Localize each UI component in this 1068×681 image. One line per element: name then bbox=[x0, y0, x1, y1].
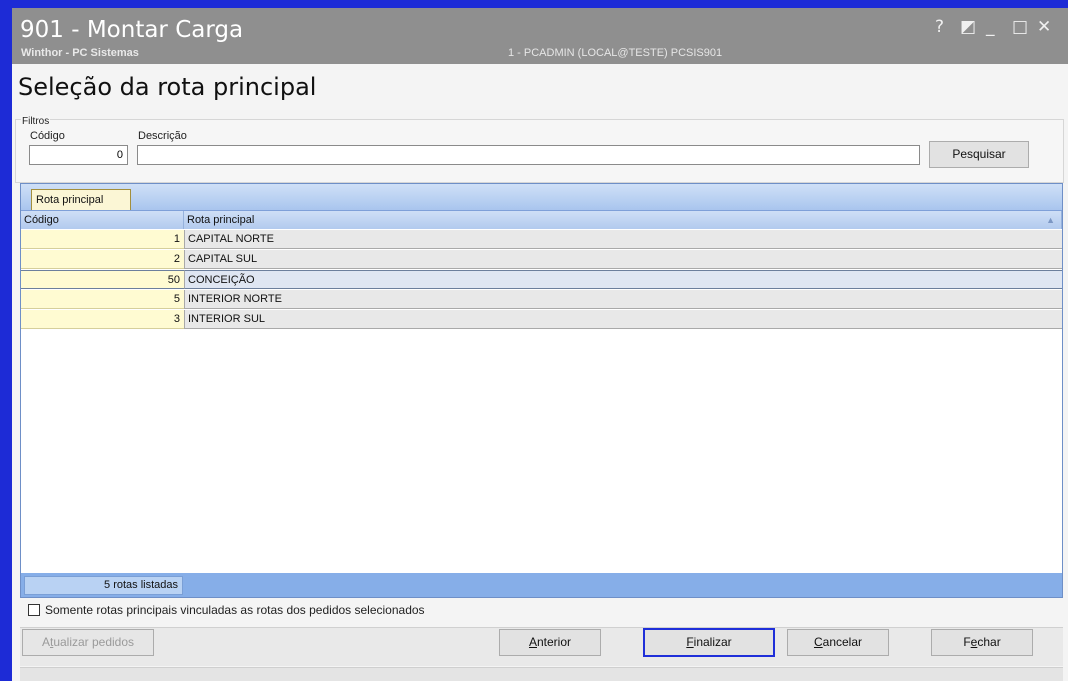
cancel-label-b: ancelar bbox=[822, 635, 863, 649]
finish-button[interactable]: Finalizar bbox=[643, 628, 775, 657]
close-button[interactable]: Fechar bbox=[931, 629, 1033, 656]
table-row[interactable]: 3 INTERIOR SUL bbox=[21, 310, 1062, 329]
main-window: 901 - Montar Carga Winthor - PC Sistemas… bbox=[12, 8, 1068, 681]
code-label: Código bbox=[30, 130, 65, 142]
routes-grid: Rota principal Código Rota principal ▲ 1… bbox=[20, 183, 1063, 598]
row-route: CAPITAL NORTE bbox=[184, 230, 1062, 249]
previous-label-b: nterior bbox=[537, 635, 572, 649]
code-input[interactable]: 0 bbox=[29, 145, 128, 165]
only-linked-routes-checkbox[interactable] bbox=[28, 604, 40, 616]
company-label: Winthor - PC Sistemas bbox=[21, 47, 139, 59]
column-header-code[interactable]: Código bbox=[21, 211, 184, 229]
session-info: 1 - PCADMIN (LOCAL@TESTE) PCSIS901 bbox=[508, 47, 723, 59]
previous-accel: A bbox=[528, 635, 537, 649]
minimize-icon[interactable]: _ bbox=[986, 19, 995, 36]
update-orders-button[interactable]: Atualizar pedidos bbox=[22, 629, 154, 656]
close-icon[interactable]: ✕ bbox=[1037, 19, 1051, 36]
row-route: CONCEIÇÃO bbox=[184, 270, 1062, 289]
finish-label-b: inalizar bbox=[693, 635, 732, 649]
row-route: CAPITAL SUL bbox=[184, 250, 1062, 269]
row-code: 2 bbox=[21, 250, 184, 269]
help-icon[interactable]: ? bbox=[935, 19, 944, 36]
grid-footer: 5 rotas listadas bbox=[21, 573, 1062, 597]
row-route: INTERIOR SUL bbox=[184, 310, 1062, 329]
table-row[interactable]: 1 CAPITAL NORTE bbox=[21, 230, 1062, 249]
table-row[interactable]: 2 CAPITAL SUL bbox=[21, 250, 1062, 269]
column-header-route[interactable]: Rota principal ▲ bbox=[184, 211, 1062, 229]
row-code: 3 bbox=[21, 310, 184, 329]
update-orders-label-a: A bbox=[41, 635, 50, 649]
table-row[interactable]: 5 INTERIOR NORTE bbox=[21, 290, 1062, 309]
cancel-accel: C bbox=[813, 635, 823, 649]
search-button[interactable]: Pesquisar bbox=[929, 141, 1029, 168]
restore-icon[interactable]: ◩ bbox=[960, 19, 976, 36]
record-count: 5 rotas listadas bbox=[24, 576, 183, 595]
sort-ascending-icon: ▲ bbox=[1046, 215, 1055, 225]
update-orders-label-b: ualizar pedidos bbox=[53, 635, 135, 649]
only-linked-routes-label[interactable]: Somente rotas principais vinculadas as r… bbox=[45, 603, 425, 617]
title-bar[interactable]: 901 - Montar Carga Winthor - PC Sistemas… bbox=[12, 8, 1068, 64]
previous-button[interactable]: Anterior bbox=[499, 629, 601, 656]
status-bar bbox=[20, 667, 1063, 681]
close-label-a: F bbox=[963, 635, 971, 649]
page-title: Seleção da rota principal bbox=[18, 73, 317, 101]
description-label: Descrição bbox=[138, 130, 187, 142]
description-input[interactable] bbox=[137, 145, 920, 165]
table-row-selected[interactable]: 50 CONCEIÇÃO bbox=[21, 270, 1062, 289]
filters-group-label: Filtros bbox=[21, 116, 51, 127]
finish-accel: F bbox=[686, 635, 694, 649]
grid-tabstrip: Rota principal bbox=[21, 184, 1062, 211]
row-code: 50 bbox=[21, 270, 184, 289]
maximize-icon[interactable]: □ bbox=[1012, 19, 1028, 36]
row-code: 1 bbox=[21, 230, 184, 249]
row-route: INTERIOR NORTE bbox=[184, 290, 1062, 309]
cancel-button[interactable]: Cancelar bbox=[787, 629, 889, 656]
close-label-b: char bbox=[977, 635, 1001, 649]
tab-rota-principal[interactable]: Rota principal bbox=[31, 189, 131, 210]
window-title: 901 - Montar Carga bbox=[20, 17, 244, 43]
column-header-route-label: Rota principal bbox=[187, 214, 255, 226]
row-code: 5 bbox=[21, 290, 184, 309]
